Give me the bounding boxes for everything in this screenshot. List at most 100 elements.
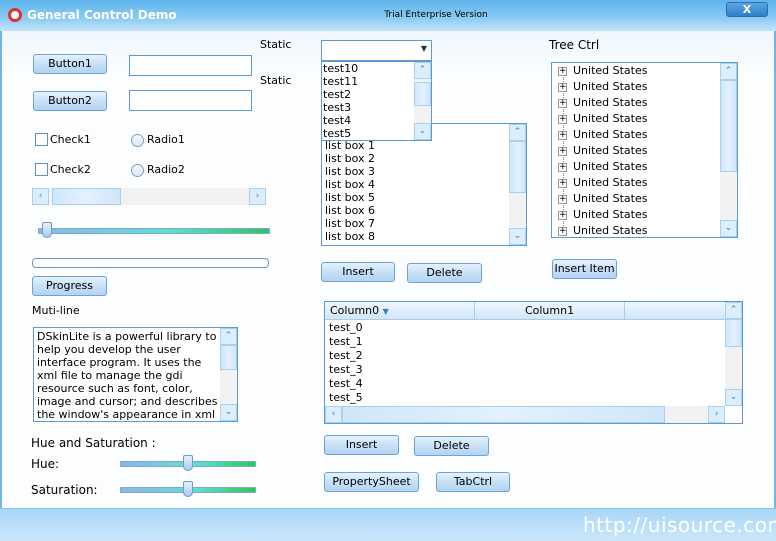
button2[interactable]: Button2 <box>33 91 107 111</box>
dropdown-item[interactable]: test5 <box>323 127 351 140</box>
expand-plus-icon[interactable]: + <box>558 67 567 76</box>
expand-plus-icon[interactable]: + <box>558 195 567 204</box>
dropdown-item[interactable]: test10 <box>323 62 358 75</box>
hue-slider-thumb[interactable] <box>183 455 193 471</box>
scroll-thumb[interactable] <box>52 188 121 205</box>
tree-item[interactable]: United States <box>573 96 648 109</box>
expand-plus-icon[interactable]: + <box>558 99 567 108</box>
edit1-input[interactable] <box>129 55 252 76</box>
list-item[interactable]: list box 5 <box>325 191 375 204</box>
column-header-0[interactable]: Column0 ▼ <box>325 302 475 319</box>
scroll-down-icon[interactable]: ⌄ <box>414 123 431 140</box>
expand-plus-icon[interactable]: + <box>558 131 567 140</box>
list-item[interactable]: list box 4 <box>325 178 375 191</box>
progress-button[interactable]: Progress <box>32 276 107 296</box>
scroll-thumb[interactable] <box>220 345 237 370</box>
scroll-down-icon[interactable]: ⌄ <box>720 220 737 237</box>
expand-plus-icon[interactable]: + <box>558 115 567 124</box>
dropdown-item[interactable]: test11 <box>323 75 358 88</box>
scroll-up-icon[interactable]: ⌃ <box>725 302 742 319</box>
expand-plus-icon[interactable]: + <box>558 83 567 92</box>
scroll-up-icon[interactable]: ⌃ <box>509 124 526 141</box>
vertical-scrollbar[interactable]: ⌃ ⌄ <box>725 302 742 406</box>
table-row[interactable]: test_0 <box>329 321 363 334</box>
dropdown-item[interactable]: test4 <box>323 114 351 127</box>
tree-item[interactable]: United States <box>573 112 648 125</box>
main-slider-thumb[interactable] <box>42 222 53 238</box>
chevron-down-icon[interactable]: ▼ <box>421 44 427 53</box>
scroll-right-icon[interactable]: › <box>708 406 725 423</box>
property-sheet-button[interactable]: PropertySheet <box>324 472 419 492</box>
check1-checkbox[interactable] <box>35 133 48 146</box>
list-item[interactable]: list box 6 <box>325 204 375 217</box>
tree-item[interactable]: United States <box>573 224 648 237</box>
tab-ctrl-button[interactable]: TabCtrl <box>436 472 510 492</box>
table-row[interactable]: test_3 <box>329 363 363 376</box>
list-control[interactable]: Column0 ▼ Column1 test_0 test_1 test_2 test… <box>324 301 743 424</box>
expand-plus-icon[interactable]: + <box>558 211 567 220</box>
list-delete-button[interactable]: Delete <box>414 436 489 456</box>
radio1-label[interactable]: Radio1 <box>147 133 185 146</box>
table-row[interactable]: test_2 <box>329 349 363 362</box>
horizontal-scrollbar[interactable]: ‹ › <box>32 188 266 205</box>
edit2-input[interactable] <box>129 90 252 111</box>
list-insert-button[interactable]: Insert <box>324 435 399 455</box>
tree-item[interactable]: United States <box>573 64 648 77</box>
scroll-left-icon[interactable]: ‹ <box>32 188 49 205</box>
tree-item[interactable]: United States <box>573 80 648 93</box>
check2-label[interactable]: Check2 <box>50 163 91 176</box>
tree-item[interactable]: United States <box>573 160 648 173</box>
tree-item[interactable]: United States <box>573 176 648 189</box>
list-item[interactable]: list box 7 <box>325 217 375 230</box>
scroll-thumb[interactable] <box>414 82 431 106</box>
button1[interactable]: Button1 <box>33 54 107 74</box>
expand-plus-icon[interactable]: + <box>558 179 567 188</box>
table-row[interactable]: test_4 <box>329 377 363 390</box>
insert-button[interactable]: Insert <box>321 262 395 282</box>
vertical-scrollbar[interactable]: ⌃ ⌄ <box>414 62 431 140</box>
expand-plus-icon[interactable]: + <box>558 227 567 236</box>
main-slider-track[interactable] <box>38 228 270 234</box>
scroll-thumb[interactable] <box>720 80 737 172</box>
tree-item[interactable]: United States <box>573 208 648 221</box>
tree-item[interactable]: United States <box>573 144 648 157</box>
table-row[interactable]: test_5 <box>329 391 363 404</box>
scroll-thumb[interactable] <box>725 319 742 347</box>
horizontal-scrollbar[interactable]: ‹ › <box>325 406 725 423</box>
radio2-button[interactable] <box>131 164 144 177</box>
dropdown-item[interactable]: test2 <box>323 88 351 101</box>
list-box[interactable]: list box 1 list box 2 list box 3 list box 4… <box>321 123 527 246</box>
vertical-scrollbar[interactable]: ⌃ ⌄ <box>220 328 237 421</box>
list-item[interactable]: list box 3 <box>325 165 375 178</box>
list-item[interactable]: list box 8 <box>325 230 375 243</box>
check2-checkbox[interactable] <box>35 163 48 176</box>
column-header-1[interactable]: Column1 <box>475 302 625 319</box>
combo-dropdown-list[interactable]: test10 test11 test2 test3 test4 test5 ⌃ ⌄ <box>321 61 432 141</box>
scroll-left-icon[interactable]: ‹ <box>325 406 342 423</box>
vertical-scrollbar[interactable]: ⌃ ⌄ <box>509 124 526 245</box>
delete-button[interactable]: Delete <box>407 263 482 283</box>
expand-plus-icon[interactable]: + <box>558 163 567 172</box>
tree-item[interactable]: United States <box>573 192 648 205</box>
radio2-label[interactable]: Radio2 <box>147 163 185 176</box>
multiline-textarea[interactable]: DSkinLite is a powerful library to help … <box>33 327 238 422</box>
tree-item[interactable]: United States <box>573 128 648 141</box>
scroll-down-icon[interactable]: ⌄ <box>725 389 742 406</box>
scroll-thumb[interactable] <box>342 406 665 423</box>
scroll-up-icon[interactable]: ⌃ <box>414 62 431 79</box>
close-button[interactable]: X <box>726 2 768 17</box>
table-row[interactable]: test_1 <box>329 335 363 348</box>
scroll-up-icon[interactable]: ⌃ <box>220 328 237 345</box>
dropdown-item[interactable]: test3 <box>323 101 351 114</box>
expand-plus-icon[interactable]: + <box>558 147 567 156</box>
tree-control[interactable]: + United States + United States + United S… <box>551 62 738 238</box>
saturation-slider-thumb[interactable] <box>183 481 193 497</box>
scroll-thumb[interactable] <box>509 141 526 193</box>
combo-box[interactable]: ▼ <box>321 40 432 61</box>
insert-item-button[interactable]: Insert Item <box>552 259 617 279</box>
scroll-up-icon[interactable]: ⌃ <box>720 63 737 80</box>
list-item[interactable]: list box 2 <box>325 152 375 165</box>
vertical-scrollbar[interactable]: ⌃ ⌄ <box>720 63 737 237</box>
radio1-button[interactable] <box>131 134 144 147</box>
check1-label[interactable]: Check1 <box>50 133 91 146</box>
